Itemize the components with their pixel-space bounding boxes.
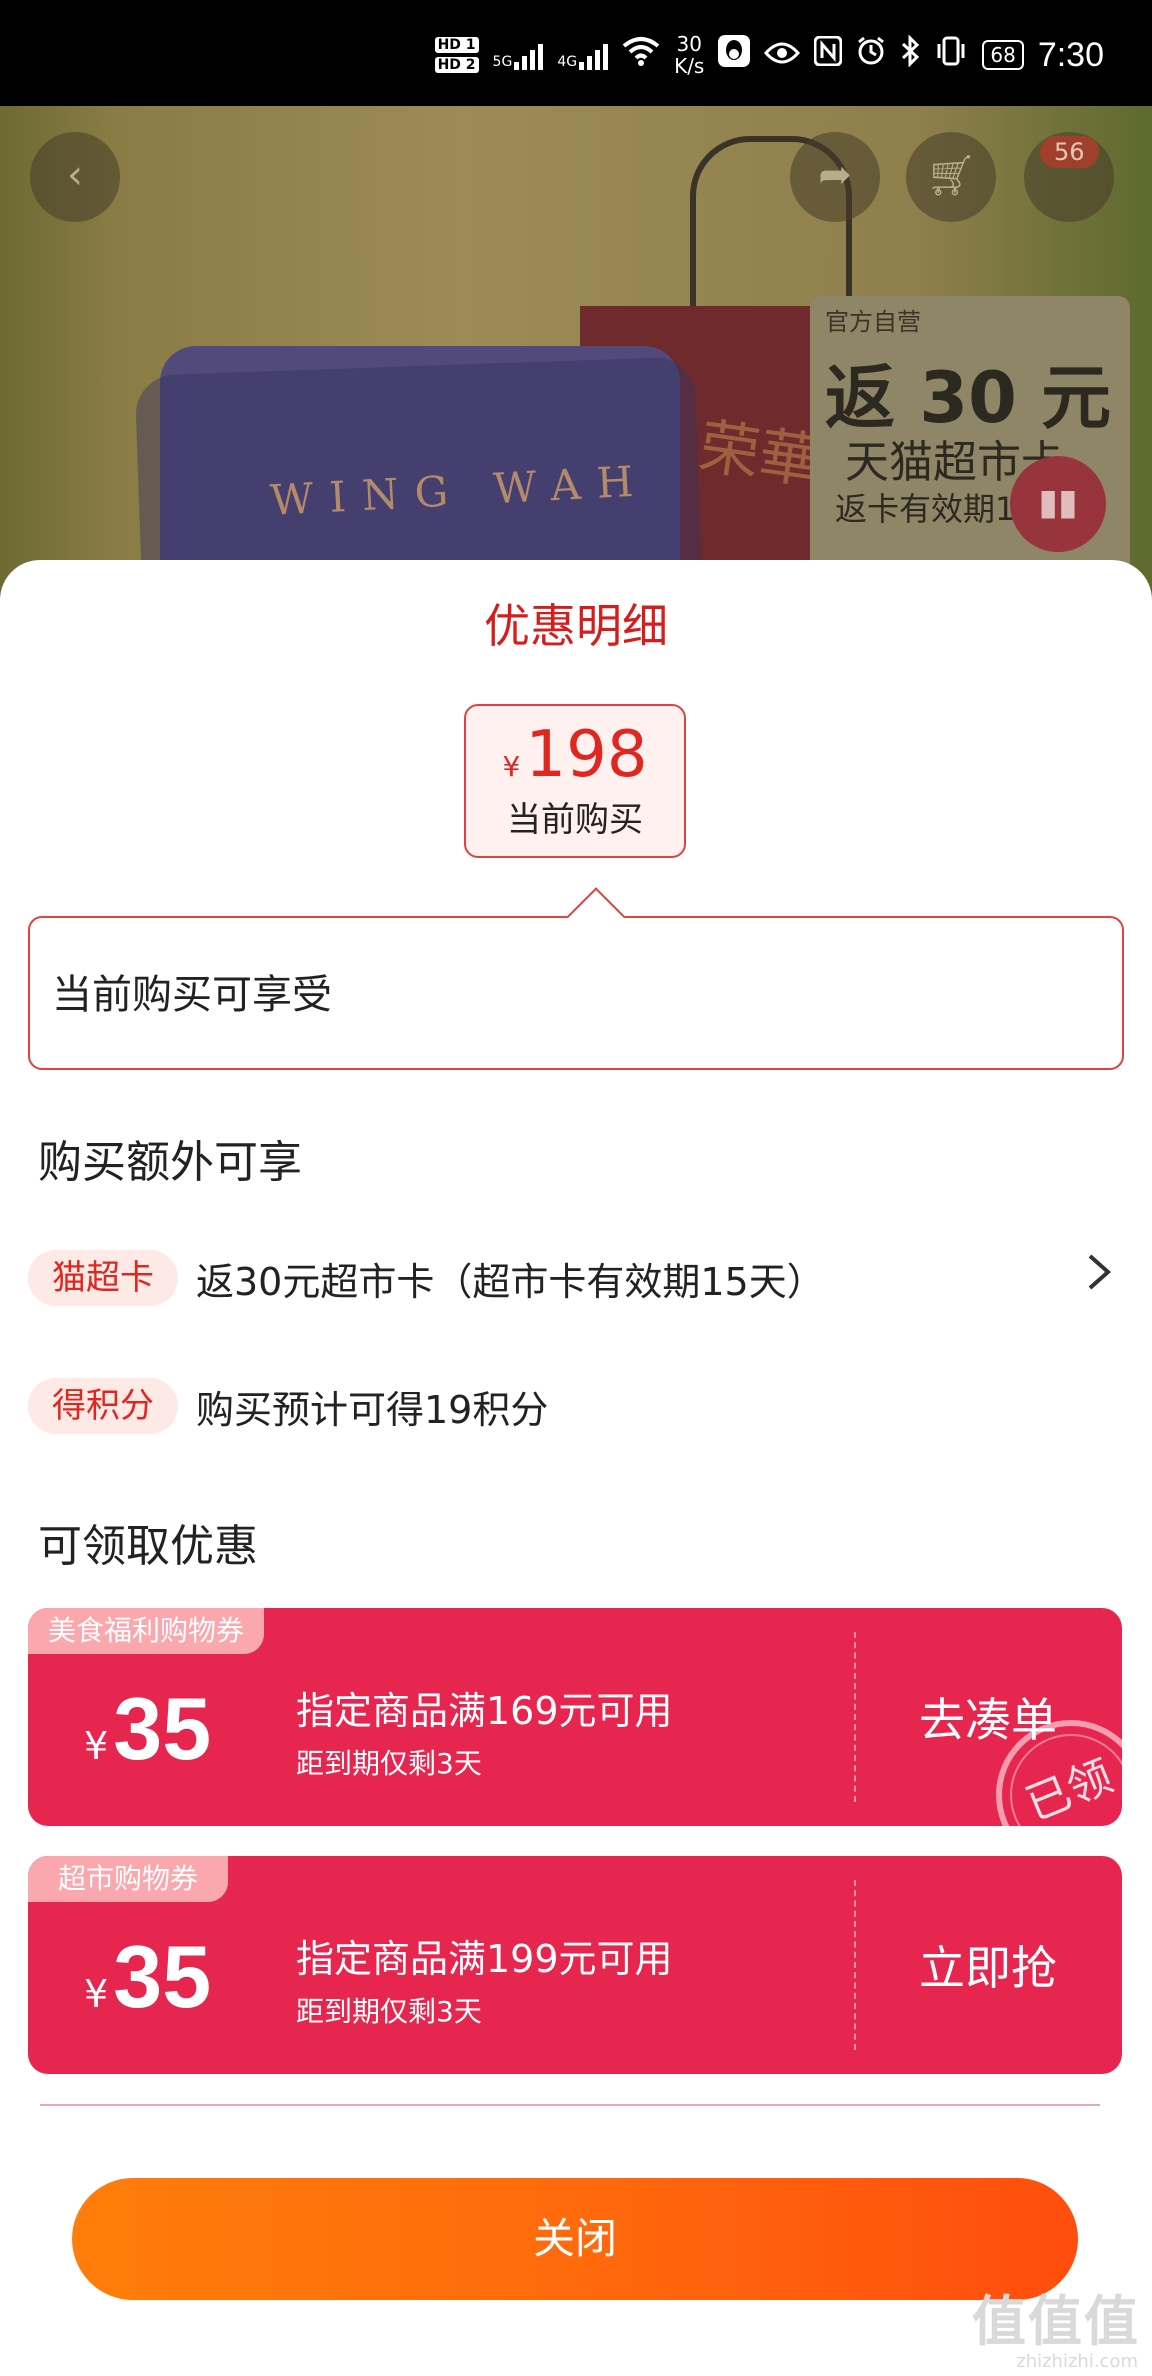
available-coupons-title: 可领取优惠 (38, 1521, 258, 1572)
eye-icon (764, 38, 801, 73)
sheet-title: 优惠明细 (484, 599, 668, 653)
coupon-value: 35 (113, 1927, 212, 2026)
site-watermark-url: zhizhizhi.com (1016, 2351, 1138, 2372)
network-speed-unit: K/s (674, 54, 705, 78)
coupon-tag: 美食福利购物券 (28, 1608, 265, 1654)
price-label: 当前购买 (507, 800, 643, 840)
coupon-condition: 指定商品满169元可用 (296, 1689, 673, 1733)
nfc-icon (813, 35, 843, 74)
coupon-action-button[interactable]: 立即抢 (854, 1932, 1122, 1998)
clock: 7:30 (1037, 35, 1104, 74)
cart-icon: 🛒︎ (925, 153, 977, 199)
perk-text: 返30元超市卡（超市卡有效期15天） (196, 1259, 825, 1304)
official-label: 官方自营 (825, 308, 921, 336)
coupon-expiry: 距到期仅剩3天 (296, 1995, 482, 2028)
coupon-condition: 指定商品满199元可用 (296, 1937, 673, 1981)
hd-indicators: HD 1 HD 2 (434, 37, 479, 73)
battery-icon: 68 (982, 40, 1024, 70)
wifi-icon (622, 36, 660, 74)
perk-row-points: 得积分 购买预计可得19积分 (28, 1376, 1128, 1436)
coupon-card: 超市购物券 ¥ 35 指定商品满199元可用 距到期仅剩3天 立即抢 (28, 1856, 1122, 2074)
chevron-right-icon (1086, 1252, 1112, 1303)
coupon-currency: ¥ (84, 1724, 109, 1768)
alarm-icon (856, 36, 886, 74)
status-icons: HD 1 HD 2 5G 4G 30 K/s 68 7:30 (434, 30, 1104, 80)
site-watermark: 值值值 (972, 2290, 1140, 2353)
hd2-indicator: HD 2 (434, 57, 479, 73)
product-page-background: 荣華 WING WAH 官方自营 返 30 元 天猫超市卡 返卡有效期15 ‹ … (0, 106, 1152, 626)
sim2-type: 4G (557, 54, 578, 70)
gift-bag-decoration: 荣華 (694, 411, 824, 498)
chart-icon: ▮▮ (1038, 482, 1078, 523)
hd1-indicator: HD 1 (434, 37, 479, 53)
stats-button[interactable]: ▮▮ (1010, 456, 1106, 552)
perk-text: 购买预计可得19积分 (196, 1387, 549, 1432)
price-currency: ¥ (502, 750, 521, 783)
perk-tag: 得积分 (28, 1378, 178, 1434)
extra-benefits-title: 购买额外可享 (38, 1137, 302, 1188)
sim1-type: 5G (492, 54, 513, 70)
coupon-tag: 超市购物券 (28, 1856, 228, 1902)
coupon-currency: ¥ (84, 1972, 109, 2016)
current-price-box: ¥ 198 当前购买 (464, 704, 686, 858)
coupon-expiry: 距到期仅剩3天 (296, 1747, 482, 1780)
qq-icon (718, 35, 751, 75)
sim2-signal-icon: 4G (557, 40, 609, 70)
next-coupon-edge (40, 2104, 1100, 2106)
share-button[interactable]: ➦ (790, 132, 880, 222)
back-icon: ‹ (67, 152, 83, 198)
card-validity-text: 返卡有效期15 (835, 490, 1036, 528)
discount-detail-sheet: 优惠明细 ¥ 198 当前购买 当前购买可享受 购买额外可享 猫超卡 返30元超… (0, 560, 1152, 2376)
close-button[interactable]: 关闭 (72, 2178, 1078, 2300)
vibrate-icon (934, 36, 968, 74)
network-speed-value: 30 (676, 32, 702, 56)
cart-button[interactable]: 🛒︎ (906, 132, 996, 222)
pointer-arrow (566, 887, 626, 947)
share-icon: ➦ (818, 152, 852, 198)
perk-tag: 猫超卡 (28, 1250, 178, 1306)
coupon-amount: ¥ 35 (84, 1678, 211, 1780)
status-bar: HD 1 HD 2 5G 4G 30 K/s 68 7:30 (0, 0, 1152, 106)
price-value: 198 (525, 718, 648, 792)
coupon-amount: ¥ 35 (84, 1926, 211, 2028)
network-speed: 30 K/s (674, 33, 704, 77)
perk-row-card[interactable]: 猫超卡 返30元超市卡（超市卡有效期15天） (28, 1248, 1128, 1308)
sim1-signal-icon: 5G (493, 40, 544, 70)
cart-badge: 56 (1040, 136, 1099, 168)
back-button[interactable]: ‹ (30, 132, 120, 222)
bluetooth-icon (900, 34, 920, 75)
current-benefits-box: 当前购买可享受 (28, 887, 1124, 1070)
coupon-card: 美食福利购物券 ¥ 35 指定商品满169元可用 距到期仅剩3天 去凑单 已领 (28, 1608, 1122, 1826)
coupon-value: 35 (113, 1679, 212, 1778)
current-benefits-text: 当前购买可享受 (52, 972, 332, 1018)
